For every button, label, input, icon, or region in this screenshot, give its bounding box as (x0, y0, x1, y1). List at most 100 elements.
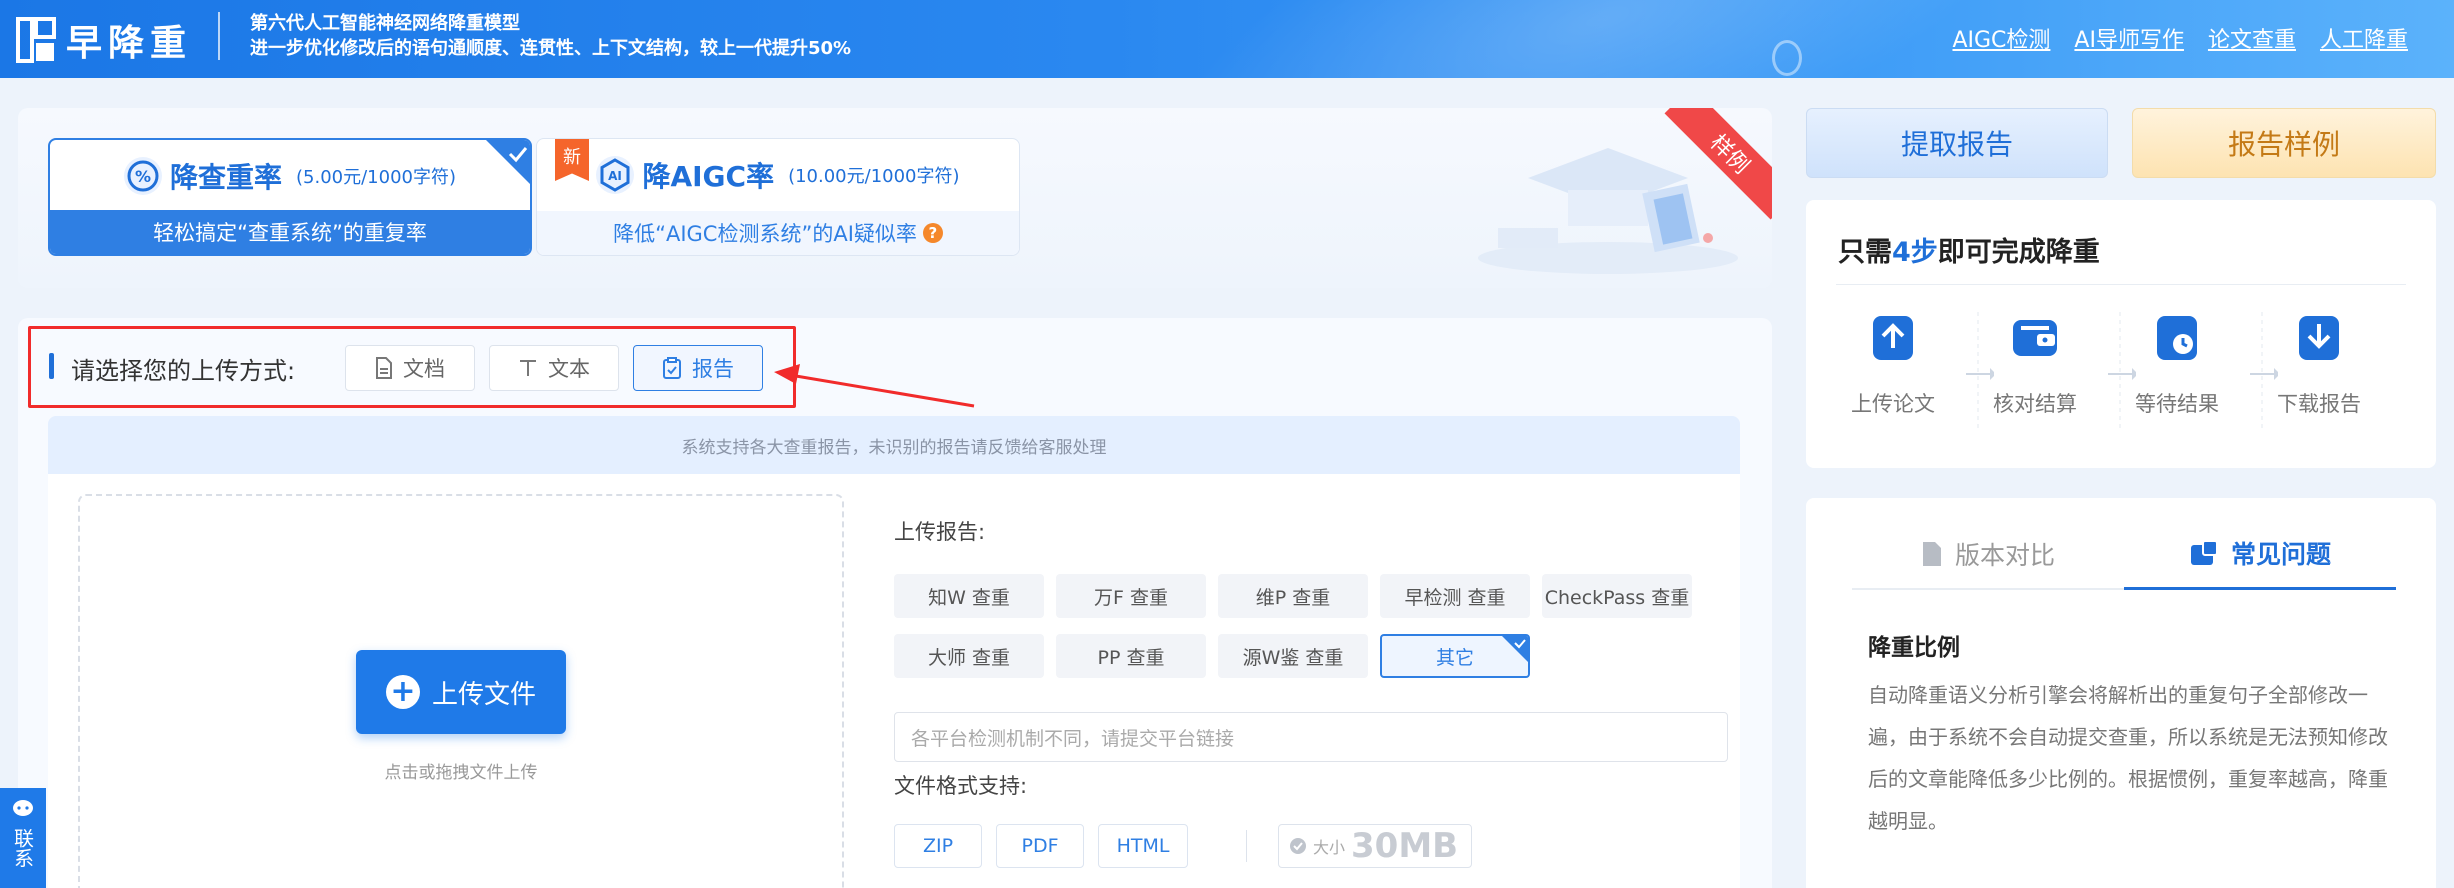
mode-label: 文本 (548, 357, 590, 381)
slogan: 第六代人工智能神经网络降重模型 进一步优化修改后的语句通顺度、连贯性、上下文结构… (250, 12, 851, 62)
format-label: 文件格式支持: (894, 774, 1028, 798)
file-icon (1922, 542, 1941, 566)
plan-name: 降AIGC率 (642, 160, 775, 193)
faq-icon (2190, 539, 2218, 565)
tab-faq[interactable]: 常见问题 (2124, 518, 2396, 590)
platform-option[interactable]: PP 查重 (1056, 634, 1206, 678)
steps-card: 只需4步即可完成降重 上传论文 核对结算 等待结果 下载报告 (1806, 200, 2436, 468)
svg-text:AI: AI (609, 169, 623, 183)
mode-document-button[interactable]: 文档 (345, 345, 475, 391)
platform-option[interactable]: 知W 查重 (894, 574, 1044, 618)
nav-manual-rewrite[interactable]: 人工降重 (2320, 22, 2408, 54)
platform-option[interactable]: 早检测 查重 (1380, 574, 1530, 618)
step-label: 核对结算 (1993, 392, 2077, 416)
size-limit-badge: 大小 30MB (1278, 824, 1472, 868)
faq-card: 版本对比 常见问题 降重比例 自动降重语义分析引擎会将解析出的重复句子全部修改一… (1806, 498, 2436, 888)
mode-label: 文档 (403, 357, 445, 381)
slogan-line-2: 进一步优化修改后的语句通顺度、连贯性、上下文结构，较上一代提升50% (250, 38, 852, 59)
percent-icon: % (123, 157, 162, 195)
top-header: 早降重 第六代人工智能神经网络降重模型 进一步优化修改后的语句通顺度、连贯性、上… (0, 0, 2454, 78)
wallet-icon (2013, 320, 2057, 356)
upload-button-label: 上传文件 (431, 679, 536, 710)
platform-label: 其它 (1435, 646, 1474, 669)
platform-option[interactable]: CheckPass 查重 (1542, 574, 1692, 618)
size-caption: 大小 (1313, 838, 1346, 857)
section-accent (49, 353, 54, 379)
size-value: 30MB (1351, 826, 1459, 866)
selected-check-icon (486, 140, 530, 184)
upload-icon (1873, 316, 1913, 360)
slogan-line-1: 第六代人工智能神经网络降重模型 (250, 13, 520, 34)
chat-icon (13, 800, 33, 816)
plan-description: 降低“AIGC检测系统”的AI疑似率 ? (537, 211, 1019, 255)
file-dropzone[interactable]: + 上传文件 点击或拖拽文件上传 (78, 494, 844, 888)
step-wait: 等待结果 (2106, 310, 2248, 418)
steps-divider (1836, 284, 2406, 285)
contact-tab[interactable]: 联系 (0, 788, 46, 888)
steps-title: 只需4步即可完成降重 (1838, 230, 2100, 269)
nav-aigc-detect[interactable]: AIGC检测 (1952, 22, 2050, 54)
support-notice: 系统支持各大查重报告，未识别的报告请反馈给客服处理 (48, 416, 1740, 474)
logo-icon (16, 17, 56, 63)
upload-file-button[interactable]: + 上传文件 (356, 650, 566, 734)
faq-title: 降重比例 (1868, 635, 1960, 661)
faq-tabs: 版本对比 常见问题 (1852, 518, 2396, 590)
contact-label: 联系 (10, 828, 35, 868)
platform-option[interactable]: 源W鉴 查重 (1218, 634, 1368, 678)
plan-reduce-duplicate[interactable]: % 降查重率 (5.00元/1000字符) 轻松搞定“查重系统”的重复率 (48, 138, 532, 256)
report-sample-button[interactable]: 报告样例 (2132, 108, 2436, 178)
header-decoration (1122, 0, 2078, 78)
step-label: 等待结果 (2135, 392, 2219, 416)
top-nav: AIGC检测 AI导师写作 论文查重 人工降重 (1952, 22, 2408, 54)
download-icon (2299, 316, 2339, 360)
svg-text:%: % (135, 167, 151, 186)
format-html: HTML (1098, 824, 1188, 868)
check-circle-icon (1290, 838, 1306, 854)
brand-logo[interactable]: 早降重 (16, 14, 192, 66)
plus-icon: + (385, 675, 420, 709)
step-label: 上传论文 (1851, 392, 1935, 416)
mode-report-button[interactable]: 报告 (633, 345, 763, 391)
step-upload: 上传论文 (1822, 310, 1964, 418)
platform-option-selected[interactable]: 其它 (1380, 634, 1530, 678)
steps-title-post: 即可完成降重 (1937, 237, 2100, 268)
steps-title-count: 4步 (1892, 237, 1938, 268)
brand-name: 早降重 (66, 23, 193, 64)
plan-panel: % 降查重率 (5.00元/1000字符) 轻松搞定“查重系统”的重复率 新 A… (18, 108, 1772, 288)
help-icon[interactable]: ? (922, 223, 943, 243)
annotation-arrow (774, 364, 975, 408)
steps-title-pre: 只需 (1838, 237, 1892, 268)
selected-check-icon (1502, 636, 1528, 662)
tab-version-compare[interactable]: 版本对比 (1852, 518, 2124, 590)
platform-option[interactable]: 万F 查重 (1056, 574, 1206, 618)
faq-text: 自动降重语义分析引擎会将解析出的重复句子全部修改一遍，由于系统不会自动提交查重，… (1868, 683, 2388, 833)
report-label: 上传报告: (894, 520, 986, 544)
extract-report-button[interactable]: 提取报告 (1806, 108, 2108, 178)
step-download: 下载报告 (2248, 310, 2390, 418)
step-checkout: 核对结算 (1964, 310, 2106, 418)
document-icon (376, 357, 392, 379)
format-zip: ZIP (894, 824, 982, 868)
platform-option[interactable]: 维P 查重 (1218, 574, 1368, 618)
platform-link-input[interactable]: 各平台检测机制不同，请提交平台链接 (894, 712, 1728, 762)
upload-mode-label: 请选择您的上传方式: (71, 357, 296, 385)
plan-description-text: 降低“AIGC检测系统”的AI疑似率 (613, 222, 917, 246)
format-divider (1246, 830, 1247, 862)
drop-hint: 点击或拖拽文件上传 (384, 763, 538, 783)
format-pdf: PDF (996, 824, 1084, 868)
plan-name: 降查重率 (169, 161, 282, 194)
header-divider (218, 12, 220, 60)
nav-ai-tutor[interactable]: AI导师写作 (2074, 22, 2184, 54)
upload-mode-bar: 请选择您的上传方式: 文档 文本 报告 (28, 326, 796, 408)
plan-price: (10.00元/1000字符) (788, 166, 960, 187)
mode-text-button[interactable]: 文本 (489, 345, 619, 391)
clock-document-icon (2157, 316, 2197, 360)
upload-body: + 上传文件 点击或拖拽文件上传 上传报告: 知W 查重 万F 查重 维P 查重… (48, 474, 1740, 888)
nav-plagiarism-check[interactable]: 论文查重 (2208, 22, 2296, 54)
clipboard-check-icon (663, 357, 681, 379)
text-icon (520, 360, 536, 376)
plan-description: 轻松搞定“查重系统”的重复率 (50, 210, 530, 254)
header-ring-decoration (1772, 40, 1802, 76)
platform-option[interactable]: 大师 查重 (894, 634, 1044, 678)
plan-reduce-aigc[interactable]: 新 AI 降AIGC率 (10.00元/1000字符) 降低“AIGC检测系统”… (536, 138, 1020, 256)
